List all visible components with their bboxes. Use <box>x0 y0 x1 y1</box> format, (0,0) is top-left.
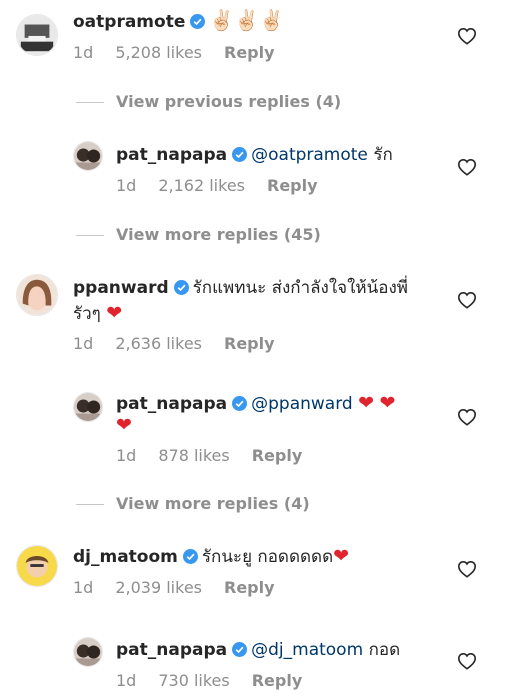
username[interactable]: oatpramote <box>73 12 185 32</box>
comment-age[interactable]: 1d <box>73 578 93 597</box>
username[interactable]: dj_matoom <box>73 547 178 567</box>
mention-link[interactable]: @oatpramote <box>251 145 368 165</box>
reply-button[interactable]: Reply <box>224 578 275 597</box>
red-heart-emoji: ❤ <box>106 302 123 324</box>
comment-age[interactable]: 1d <box>116 176 136 195</box>
heart-outline-icon[interactable] <box>457 291 477 309</box>
comment-text: รักนะยู กอดดดดด <box>201 547 334 567</box>
view-replies-label: View more replies (45) <box>116 225 321 244</box>
comment-age[interactable]: 1d <box>116 671 136 690</box>
reply-button[interactable]: Reply <box>267 176 318 195</box>
verified-badge-icon <box>232 642 248 657</box>
divider-line <box>76 102 104 103</box>
verified-badge-icon <box>232 396 248 411</box>
view-replies-label: View more replies (4) <box>116 494 310 513</box>
comment-text: รัก <box>373 145 393 165</box>
reply-button[interactable]: Reply <box>252 671 303 690</box>
heart-outline-icon[interactable] <box>457 27 477 45</box>
avatar[interactable] <box>73 141 103 171</box>
heart-outline-icon[interactable] <box>457 652 477 670</box>
verified-badge-icon <box>173 280 189 295</box>
likes-count[interactable]: 878 likes <box>158 446 229 465</box>
view-previous-replies-button[interactable]: View previous replies (4) <box>76 92 341 112</box>
comment-age[interactable]: 1d <box>73 43 93 62</box>
red-heart-emoji: ❤ <box>358 392 375 414</box>
comment-text-continued: รัวๆ <box>73 304 101 324</box>
comment-text: ✌🏻✌🏻✌🏻 <box>209 8 285 32</box>
heart-outline-icon[interactable] <box>457 158 477 176</box>
red-heart-emoji: ❤ <box>116 414 132 436</box>
avatar[interactable] <box>16 14 58 56</box>
reply-button[interactable]: Reply <box>224 334 275 353</box>
mention-link[interactable]: @ppanward <box>251 394 353 414</box>
likes-count[interactable]: 2,039 likes <box>115 578 202 597</box>
red-heart-emoji: ❤ <box>379 392 396 414</box>
reply-button[interactable]: Reply <box>224 43 275 62</box>
comment-age[interactable]: 1d <box>73 334 93 353</box>
comment-text: รักแพทนะ ส่งกำลังใจให้น้องพี่ <box>192 278 408 298</box>
reply-button[interactable]: Reply <box>252 446 303 465</box>
likes-count[interactable]: 2,162 likes <box>158 176 245 195</box>
verified-badge-icon <box>182 549 198 564</box>
heart-outline-icon[interactable] <box>457 408 477 426</box>
mention-link[interactable]: @dj_matoom <box>251 640 363 660</box>
username[interactable]: pat_napapa <box>116 145 227 165</box>
avatar[interactable] <box>73 637 103 667</box>
divider-line <box>76 235 104 236</box>
verified-badge-icon <box>190 14 206 29</box>
view-more-replies-button[interactable]: View more replies (45) <box>76 225 321 245</box>
view-replies-label: View previous replies (4) <box>116 92 342 111</box>
heart-outline-icon[interactable] <box>457 560 477 578</box>
username[interactable]: pat_napapa <box>116 394 227 414</box>
comment-age[interactable]: 1d <box>116 446 136 465</box>
username[interactable]: pat_napapa <box>116 640 227 660</box>
avatar[interactable] <box>16 274 58 316</box>
likes-count[interactable]: 2,636 likes <box>115 334 202 353</box>
avatar[interactable] <box>16 545 58 587</box>
likes-count[interactable]: 730 likes <box>158 671 229 690</box>
red-heart-emoji: ❤ <box>333 545 350 567</box>
username[interactable]: ppanward <box>73 278 169 298</box>
likes-count[interactable]: 5,208 likes <box>115 43 202 62</box>
verified-badge-icon <box>232 147 248 162</box>
divider-line <box>76 504 104 505</box>
view-more-replies-button[interactable]: View more replies (4) <box>76 494 310 514</box>
avatar[interactable] <box>73 392 103 422</box>
comment-text: กอด <box>368 640 401 660</box>
